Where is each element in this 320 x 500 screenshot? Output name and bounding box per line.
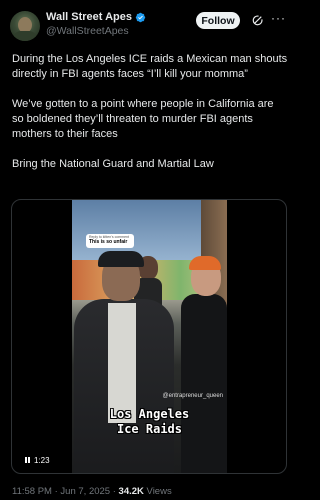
tweet-paragraph: During the Los Angeles ICE raids a Mexic… [12,53,288,80]
views-count: 34.2K [118,486,144,497]
tweet-meta: 11:58 PM · Jun 7, 2025 · 34.2K Views [12,486,172,497]
tweet-text: During the Los Angeles ICE raids a Mexic… [12,52,288,187]
video-caption-line: Ice Raids [116,422,183,436]
video-duration-badge[interactable]: 1:23 [21,453,54,467]
video-watermark: @entrapreneur_queen [162,393,223,399]
grok-icon[interactable] [251,14,264,27]
pause-icon[interactable] [25,457,30,463]
video-duration: 1:23 [34,455,50,465]
author-block[interactable]: Wall Street Apes @WallStreetApes [46,10,146,38]
author-name-text[interactable]: Wall Street Apes [46,10,132,24]
video-person-main [74,251,174,473]
video-person-right [181,256,227,473]
tweet-date[interactable]: Jun 7, 2025 [60,486,110,497]
comment-reply-sticker: Reply to kitten's comment This is so unf… [86,234,134,248]
sticker-text: This is so unfair [89,239,128,245]
tweet-header: Wall Street Apes @WallStreetApes Follow … [8,9,290,43]
views-label: Views [143,486,172,497]
author-handle[interactable]: @WallStreetApes [46,24,146,38]
follow-button[interactable]: Follow [196,12,240,29]
person-body [181,294,227,473]
person-beanie [189,256,221,270]
person-cap [98,251,144,267]
author-display-name[interactable]: Wall Street Apes [46,10,146,24]
video-frame[interactable]: Reply to kitten's comment This is so unf… [72,200,227,473]
person-shirt [108,303,136,423]
video-player[interactable]: Reply to kitten's comment This is so unf… [11,199,287,474]
tweet-paragraph: We’ve gotten to a point where people in … [12,98,274,140]
meta-separator: · [110,486,119,497]
avatar-body [13,31,37,41]
tweet-time[interactable]: 11:58 PM [12,486,52,497]
video-caption-line: Los Angeles [109,407,190,421]
tweet-paragraph: Bring the National Guard and Martial Law [12,158,214,170]
avatar[interactable] [10,11,40,41]
verified-badge-icon [135,12,146,22]
more-icon[interactable]: ··· [271,11,286,25]
